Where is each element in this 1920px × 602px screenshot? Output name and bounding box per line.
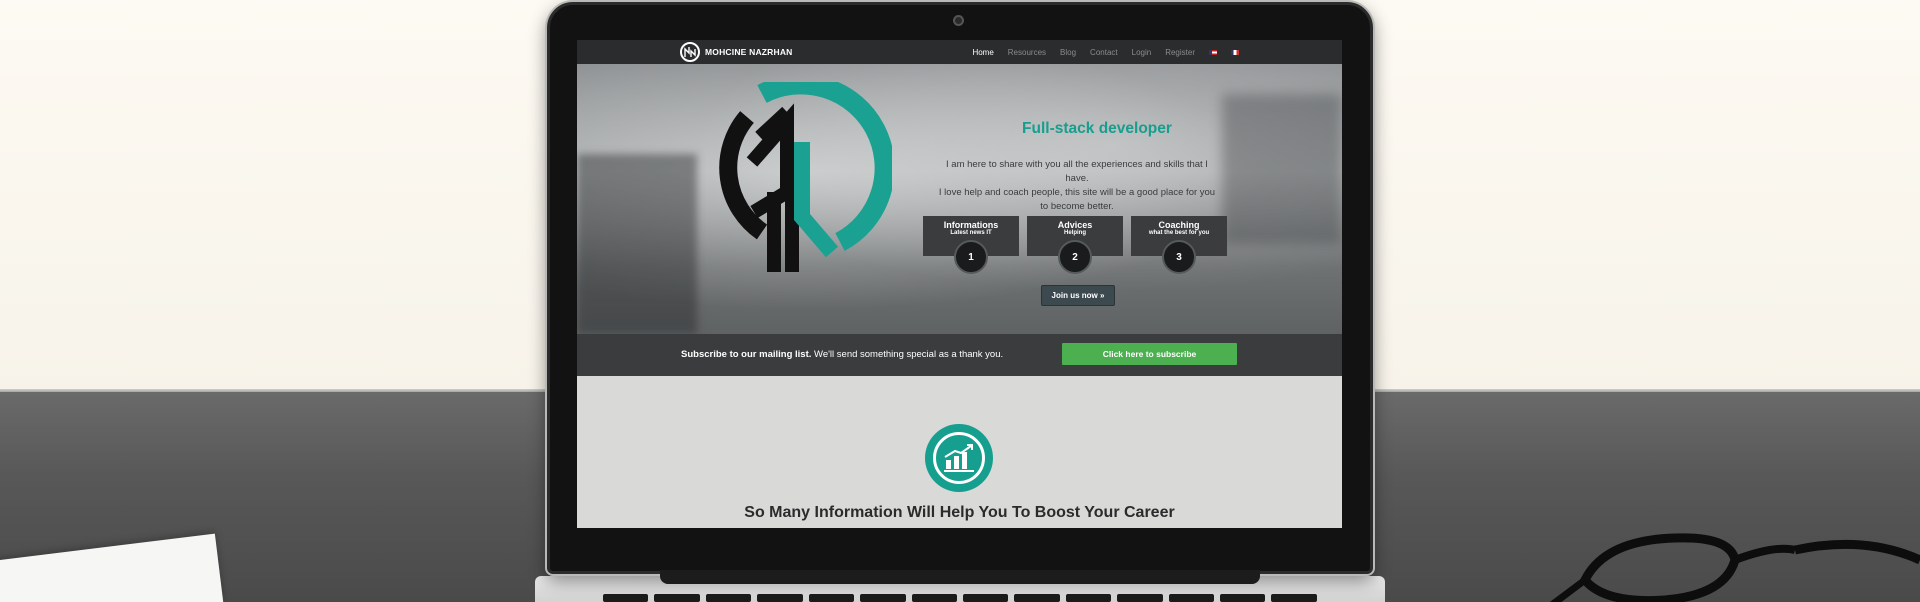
flag-fr-icon[interactable]	[1231, 49, 1239, 55]
feature-card-advices[interactable]: Advices Helping 2	[1027, 216, 1123, 274]
feature-number: 1	[954, 240, 988, 274]
feature-list: Informations Latest news IT 1 Advices He…	[923, 216, 1227, 274]
growth-chart-icon	[925, 424, 993, 492]
nav-home[interactable]: Home	[972, 48, 993, 57]
laptop-screen: MOHCINE NAZRHAN Home Resources Blog Cont…	[577, 40, 1342, 528]
brand-name: MOHCINE NAZRHAN	[705, 47, 793, 57]
flag-us-icon[interactable]	[1209, 49, 1217, 55]
top-navbar: MOHCINE NAZRHAN Home Resources Blog Cont…	[577, 40, 1342, 64]
join-us-button[interactable]: Join us now »	[1041, 285, 1115, 306]
nav-login[interactable]: Login	[1132, 48, 1152, 57]
feature-number: 3	[1162, 240, 1196, 274]
nav-register[interactable]: Register	[1165, 48, 1195, 57]
mailing-list-text: Subscribe to our mailing list. We'll sen…	[681, 349, 1004, 360]
webcam-icon	[953, 15, 964, 26]
info-title: So Many Information Will Help You To Boo…	[744, 504, 1175, 521]
brand-logo-icon	[680, 42, 700, 62]
laptop-hinge	[660, 570, 1260, 584]
eyeglasses-icon	[1549, 533, 1920, 602]
hero-title: Full-stack developer	[1022, 120, 1172, 137]
subscribe-button[interactable]: Click here to subscribe	[1062, 343, 1237, 365]
mailing-list-bar: Subscribe to our mailing list. We'll sen…	[577, 334, 1342, 376]
hero-section: Full-stack developer I am here to share …	[577, 64, 1342, 334]
feature-card-informations[interactable]: Informations Latest news IT 1	[923, 216, 1019, 274]
nav-contact[interactable]: Contact	[1090, 48, 1118, 57]
keyboard-row	[603, 594, 1317, 602]
feature-number: 2	[1058, 240, 1092, 274]
nav-resources[interactable]: Resources	[1008, 48, 1046, 57]
hero-logo-icon	[719, 82, 892, 272]
nav-links: Home Resources Blog Contact Login Regist…	[972, 40, 1239, 64]
info-section: So Many Information Will Help You To Boo…	[577, 376, 1342, 528]
hero-description: I am here to share with you all the expe…	[938, 159, 1216, 212]
brand[interactable]: MOHCINE NAZRHAN	[680, 42, 793, 62]
nav-blog[interactable]: Blog	[1060, 48, 1076, 57]
feature-card-coaching[interactable]: Coaching what the best for you 3	[1131, 216, 1227, 274]
